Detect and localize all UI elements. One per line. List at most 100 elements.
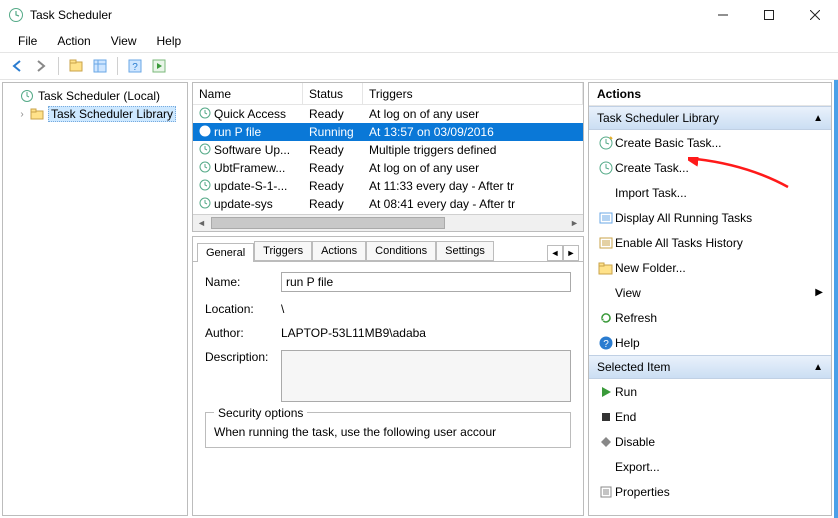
action-properties[interactable]: Properties xyxy=(589,479,831,504)
task-detail-pane: General Triggers Actions Conditions Sett… xyxy=(192,236,584,516)
minimize-button[interactable] xyxy=(700,0,746,30)
task-triggers: At 11:33 every day - After tr xyxy=(363,178,583,194)
collapse-icon[interactable]: ▲ xyxy=(813,362,823,373)
wizard-icon xyxy=(597,135,615,151)
action-label: Enable All Tasks History xyxy=(615,236,743,250)
action-export[interactable]: Export... xyxy=(589,454,831,479)
up-button[interactable] xyxy=(65,55,87,77)
table-row[interactable]: update-sysReadyAt 08:41 every day - Afte… xyxy=(193,195,583,213)
security-legend: Security options xyxy=(214,406,307,420)
task-name: Software Up... xyxy=(214,143,290,157)
tab-scroll-right[interactable]: ► xyxy=(563,245,579,261)
col-name[interactable]: Name xyxy=(193,83,303,104)
actions-section-selected[interactable]: Selected Item ▲ xyxy=(589,355,831,379)
tab-scroll-left[interactable]: ◄ xyxy=(547,245,563,261)
window-edge xyxy=(834,80,838,518)
action-create-basic-task[interactable]: Create Basic Task... xyxy=(589,130,831,155)
back-button[interactable] xyxy=(6,55,28,77)
expand-icon[interactable]: › xyxy=(15,109,29,120)
task-triggers: At log on of any user xyxy=(363,160,583,176)
main-area: Task Scheduler (Local) › Task Scheduler … xyxy=(0,80,838,518)
view-button[interactable] xyxy=(89,55,111,77)
clock-icon xyxy=(199,107,211,122)
tree-root[interactable]: Task Scheduler (Local) xyxy=(5,87,185,105)
maximize-button[interactable] xyxy=(746,0,792,30)
col-triggers[interactable]: Triggers xyxy=(363,83,583,104)
task-status: Ready xyxy=(303,106,363,122)
table-row[interactable]: Software Up...ReadyMultiple triggers def… xyxy=(193,141,583,159)
menu-help[interactable]: Help xyxy=(147,32,192,50)
scrollbar-horizontal[interactable]: ◄ ► xyxy=(193,214,583,231)
detail-tabs: General Triggers Actions Conditions Sett… xyxy=(193,237,583,261)
action-display-all-running-tasks[interactable]: Display All Running Tasks xyxy=(589,205,831,230)
action-label: View xyxy=(615,286,641,300)
menu-file[interactable]: File xyxy=(8,32,47,50)
action-label: End xyxy=(615,410,636,424)
task-triggers: At 13:57 on 03/09/2016 xyxy=(363,124,583,140)
description-label: Description: xyxy=(205,350,281,364)
tree-root-label: Task Scheduler (Local) xyxy=(38,89,160,103)
col-status[interactable]: Status xyxy=(303,83,363,104)
collapse-icon[interactable]: ▲ xyxy=(813,113,823,124)
list-icon xyxy=(597,210,615,226)
task-icon xyxy=(597,160,615,176)
menu-action[interactable]: Action xyxy=(47,32,100,50)
tree-pane: Task Scheduler (Local) › Task Scheduler … xyxy=(2,82,188,516)
action-new-folder[interactable]: New Folder... xyxy=(589,255,831,280)
task-name: UbtFramew... xyxy=(214,161,285,175)
name-field[interactable] xyxy=(281,272,571,292)
titlebar: Task Scheduler xyxy=(0,0,838,30)
action-label: Create Task... xyxy=(615,161,689,175)
scroll-left-icon[interactable]: ◄ xyxy=(193,218,210,228)
tab-triggers[interactable]: Triggers xyxy=(254,241,312,261)
tab-actions[interactable]: Actions xyxy=(312,241,366,261)
menu-view[interactable]: View xyxy=(101,32,147,50)
menubar: File Action View Help xyxy=(0,30,838,52)
action-disable[interactable]: Disable xyxy=(589,429,831,454)
tab-general[interactable]: General xyxy=(197,243,254,262)
disable-icon xyxy=(597,434,615,450)
actions-section-library[interactable]: Task Scheduler Library ▲ xyxy=(589,106,831,130)
table-row[interactable]: update-S-1-...ReadyAt 11:33 every day - … xyxy=(193,177,583,195)
none-icon xyxy=(597,185,615,201)
action-label: Properties xyxy=(615,485,670,499)
help-button[interactable]: ? xyxy=(124,55,146,77)
task-list: Name Status Triggers Quick AccessReadyAt… xyxy=(192,82,584,232)
action-run[interactable]: Run xyxy=(589,379,831,404)
scroll-thumb[interactable] xyxy=(211,217,445,229)
task-triggers: At 08:41 every day - After tr xyxy=(363,196,583,212)
tab-settings[interactable]: Settings xyxy=(436,241,494,261)
table-row[interactable]: Quick AccessReadyAt log on of any user xyxy=(193,105,583,123)
action-refresh[interactable]: Refresh xyxy=(589,305,831,330)
action-help[interactable]: ?Help xyxy=(589,330,831,355)
none-icon xyxy=(597,459,615,475)
action-label: Disable xyxy=(615,435,655,449)
refresh-icon xyxy=(597,310,615,326)
task-status: Ready xyxy=(303,196,363,212)
toolbar-separator xyxy=(117,57,118,75)
description-field[interactable] xyxy=(281,350,571,402)
task-name: Quick Access xyxy=(214,107,286,121)
action-enable-all-tasks-history[interactable]: Enable All Tasks History xyxy=(589,230,831,255)
tab-conditions[interactable]: Conditions xyxy=(366,241,436,261)
close-button[interactable] xyxy=(792,0,838,30)
action-import-task[interactable]: Import Task... xyxy=(589,180,831,205)
table-row[interactable]: UbtFramew...ReadyAt log on of any user xyxy=(193,159,583,177)
clock-icon xyxy=(8,7,24,23)
history-icon xyxy=(597,235,615,251)
action-end[interactable]: End xyxy=(589,404,831,429)
author-label: Author: xyxy=(205,326,281,340)
table-row[interactable]: run P fileRunningAt 13:57 on 03/09/2016 xyxy=(193,123,583,141)
folder-icon xyxy=(597,260,615,276)
tree-child[interactable]: › Task Scheduler Library xyxy=(5,105,185,123)
forward-button[interactable] xyxy=(30,55,52,77)
clock-icon xyxy=(199,143,211,158)
clock-icon xyxy=(199,179,211,194)
name-label: Name: xyxy=(205,275,281,289)
action-label: Help xyxy=(615,336,640,350)
window-title: Task Scheduler xyxy=(30,8,700,22)
action-view[interactable]: View▶ xyxy=(589,280,831,305)
scroll-right-icon[interactable]: ► xyxy=(566,218,583,228)
action-create-task[interactable]: Create Task... xyxy=(589,155,831,180)
run-task-button[interactable] xyxy=(148,55,170,77)
